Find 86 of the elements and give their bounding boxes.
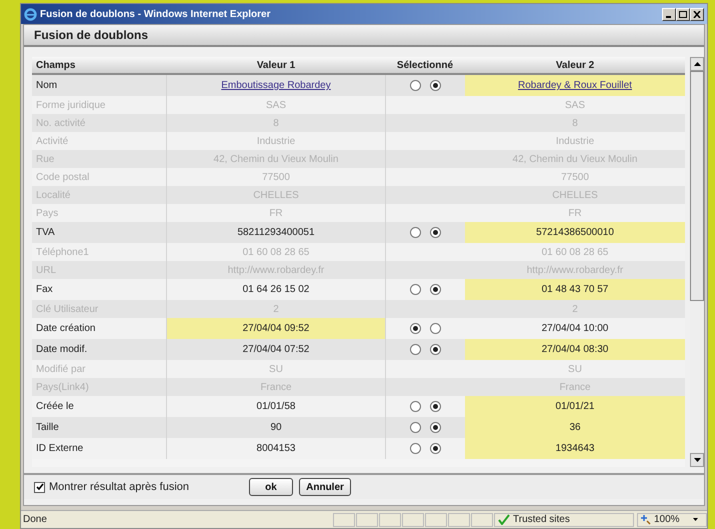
column-header: Champs [36,58,76,72]
field-label: Modifié par [36,362,86,376]
value-text: 01/01/21 [556,400,594,414]
radio-button[interactable] [410,344,421,355]
status-text: Done [22,513,48,527]
dialog-button[interactable]: Annuler [299,478,352,496]
field-label: Forme juridique [36,98,106,112]
radio-button[interactable] [410,401,421,412]
browser-logo-icon [24,8,37,20]
value-text: 90 [270,421,282,435]
status-pane [333,512,355,526]
value-text: 57214386500010 [536,226,614,240]
maximize-button[interactable] [676,8,690,20]
status-pane [356,512,378,526]
radio-button[interactable] [430,227,441,238]
value-text: 01/01/58 [256,400,296,414]
status-pane [448,512,470,526]
value-text: 27/04/04 09:52 [242,322,310,336]
status-pane [379,512,401,526]
checkbox-label: Montrer résultat après fusion [49,480,190,495]
checkbox[interactable] [34,482,45,492]
dropdown-caret-icon[interactable] [692,518,698,521]
radio-button[interactable] [430,344,441,355]
radio-button[interactable] [430,443,441,454]
value-text: 8004153 [256,442,296,456]
radio-button[interactable] [430,323,441,334]
radio-button[interactable] [410,323,421,334]
value-text: 27/04/04 08:30 [542,343,608,357]
column-header: Valeur 2 [556,58,594,72]
field-label: TVA [36,226,55,240]
value-text: SU [568,362,582,376]
value-text: Industrie [256,134,296,148]
dialog-button[interactable]: ok [249,478,294,496]
status-pane [425,512,447,526]
dialog-title: Fusion de doublons [34,27,148,44]
close-icon [693,10,701,18]
radio-button[interactable] [430,80,441,91]
record-link[interactable]: Emboutissage Robardey [221,78,331,93]
radio-button[interactable] [410,80,421,91]
field-label: Créée le [36,400,74,414]
value-text: SAS [564,98,585,112]
value-text: SU [269,362,283,376]
status-pane [402,512,424,526]
security-zone-text: Trusted sites [513,513,570,527]
scrollbar[interactable] [690,57,704,467]
value-text: 27/04/04 10:00 [542,322,608,336]
scroll-thumb[interactable] [690,71,704,301]
value-text: SAS [266,98,286,112]
close-button[interactable] [690,8,704,20]
minimize-button[interactable] [662,8,676,20]
field-label: Téléphone1 [36,246,89,260]
zoom-icon [641,514,651,524]
field-label: Taille [36,421,59,435]
value-text: Industrie [556,134,594,148]
value-text: 27/04/04 07:52 [242,343,310,357]
radio-button[interactable] [430,284,441,295]
value-text: FR [568,206,582,220]
maximize-icon [679,10,687,18]
field-label: Nom [36,79,58,93]
value-text: 36 [569,421,581,435]
field-label: Code postal [36,170,90,184]
field-label: Activité [36,134,68,148]
radio-button[interactable] [410,227,421,238]
radio-button[interactable] [410,422,421,433]
value-text: FR [269,206,283,220]
field-label: Fax [36,283,53,297]
radio-button[interactable] [430,422,441,433]
field-label: ID Externe [36,442,84,456]
field-label: Date modif. [36,343,88,357]
column-header: Valeur 1 [256,58,296,72]
radio-button[interactable] [430,401,441,412]
radio-button[interactable] [410,284,421,295]
column-header: Sélectionné [396,58,454,72]
value-text: 01 60 08 28 65 [242,246,310,260]
value-text: 77500 [561,170,589,184]
checkmark-icon [498,514,510,525]
radio-button[interactable] [410,443,421,454]
value-text: 1934643 [556,442,594,456]
field-label: Date création [36,322,96,336]
value-text: 01 48 43 70 57 [542,283,608,297]
value-text: 01 64 26 15 02 [242,283,310,297]
value-text: 01 60 08 28 65 [542,246,608,260]
value-text: 77500 [262,170,290,184]
value-text: 58211293400051 [237,226,315,240]
window-title: Fusion de doublons - Windows Internet Explorer [40,8,270,22]
field-label: Pays [36,206,58,220]
